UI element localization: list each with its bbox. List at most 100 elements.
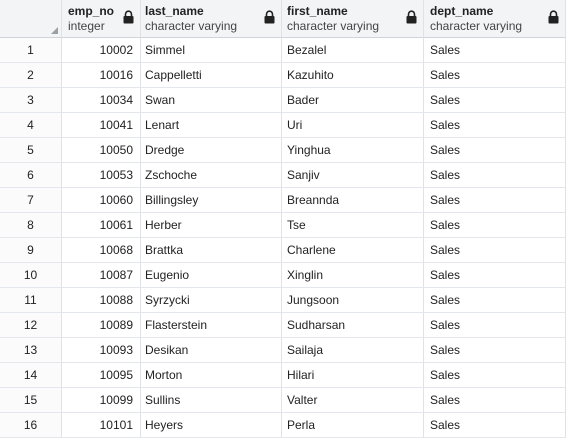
cell-first-name[interactable]: Kazuhito <box>282 63 424 88</box>
cell-dept-name[interactable]: Sales <box>424 38 566 63</box>
table-row[interactable]: 12 10089 Flasterstein Sudharsan Sales <box>0 313 566 338</box>
cell-last-name[interactable]: Billingsley <box>141 188 282 213</box>
cell-last-name[interactable]: Cappelletti <box>141 63 282 88</box>
row-number[interactable]: 15 <box>0 388 62 413</box>
cell-first-name[interactable]: Xinglin <box>282 263 424 288</box>
cell-emp-no[interactable]: 10101 <box>62 413 141 438</box>
cell-dept-name[interactable]: Sales <box>424 288 566 313</box>
cell-dept-name[interactable]: Sales <box>424 163 566 188</box>
cell-dept-name[interactable]: Sales <box>424 363 566 388</box>
cell-emp-no[interactable]: 10093 <box>62 338 141 363</box>
cell-first-name[interactable]: Hilari <box>282 363 424 388</box>
cell-first-name[interactable]: Sudharsan <box>282 313 424 338</box>
row-number[interactable]: 2 <box>0 63 62 88</box>
row-number[interactable]: 1 <box>0 38 62 63</box>
cell-dept-name[interactable]: Sales <box>424 63 566 88</box>
table-row[interactable]: 1 10002 Simmel Bezalel Sales <box>0 38 566 63</box>
cell-dept-name[interactable]: Sales <box>424 238 566 263</box>
cell-emp-no[interactable]: 10050 <box>62 138 141 163</box>
cell-emp-no[interactable]: 10053 <box>62 163 141 188</box>
table-row[interactable]: 9 10068 Brattka Charlene Sales <box>0 238 566 263</box>
cell-last-name[interactable]: Simmel <box>141 38 282 63</box>
row-number[interactable]: 9 <box>0 238 62 263</box>
cell-last-name[interactable]: Swan <box>141 88 282 113</box>
row-number[interactable]: 13 <box>0 338 62 363</box>
cell-first-name[interactable]: Valter <box>282 388 424 413</box>
cell-first-name[interactable]: Charlene <box>282 238 424 263</box>
table-row[interactable]: 6 10053 Zschoche Sanjiv Sales <box>0 163 566 188</box>
cell-dept-name[interactable]: Sales <box>424 313 566 338</box>
cell-first-name[interactable]: Sanjiv <box>282 163 424 188</box>
table-row[interactable]: 5 10050 Dredge Yinghua Sales <box>0 138 566 163</box>
cell-emp-no[interactable]: 10088 <box>62 288 141 313</box>
cell-dept-name[interactable]: Sales <box>424 113 566 138</box>
cell-last-name[interactable]: Zschoche <box>141 163 282 188</box>
table-row[interactable]: 4 10041 Lenart Uri Sales <box>0 113 566 138</box>
cell-last-name[interactable]: Desikan <box>141 338 282 363</box>
row-number[interactable]: 3 <box>0 88 62 113</box>
cell-emp-no[interactable]: 10061 <box>62 213 141 238</box>
cell-emp-no[interactable]: 10068 <box>62 238 141 263</box>
table-row[interactable]: 8 10061 Herber Tse Sales <box>0 213 566 238</box>
cell-emp-no[interactable]: 10002 <box>62 38 141 63</box>
cell-dept-name[interactable]: Sales <box>424 88 566 113</box>
cell-last-name[interactable]: Syrzycki <box>141 288 282 313</box>
cell-emp-no[interactable]: 10034 <box>62 88 141 113</box>
column-header-dept-name[interactable]: dept_name character varying <box>424 0 566 38</box>
cell-last-name[interactable]: Lenart <box>141 113 282 138</box>
row-number[interactable]: 6 <box>0 163 62 188</box>
table-row[interactable]: 3 10034 Swan Bader Sales <box>0 88 566 113</box>
cell-first-name[interactable]: Tse <box>282 213 424 238</box>
cell-dept-name[interactable]: Sales <box>424 213 566 238</box>
select-all-cell[interactable] <box>0 0 62 38</box>
cell-first-name[interactable]: Uri <box>282 113 424 138</box>
cell-dept-name[interactable]: Sales <box>424 263 566 288</box>
table-row[interactable]: 10 10087 Eugenio Xinglin Sales <box>0 263 566 288</box>
cell-first-name[interactable]: Bader <box>282 88 424 113</box>
table-row[interactable]: 14 10095 Morton Hilari Sales <box>0 363 566 388</box>
cell-first-name[interactable]: Bezalel <box>282 38 424 63</box>
row-number[interactable]: 5 <box>0 138 62 163</box>
column-header-last-name[interactable]: last_name character varying <box>141 0 282 38</box>
row-number[interactable]: 8 <box>0 213 62 238</box>
cell-last-name[interactable]: Flasterstein <box>141 313 282 338</box>
cell-emp-no[interactable]: 10016 <box>62 63 141 88</box>
cell-emp-no[interactable]: 10060 <box>62 188 141 213</box>
row-number[interactable]: 7 <box>0 188 62 213</box>
cell-emp-no[interactable]: 10095 <box>62 363 141 388</box>
table-row[interactable]: 11 10088 Syrzycki Jungsoon Sales <box>0 288 566 313</box>
row-number[interactable]: 4 <box>0 113 62 138</box>
cell-last-name[interactable]: Dredge <box>141 138 282 163</box>
column-header-first-name[interactable]: first_name character varying <box>282 0 424 38</box>
row-number[interactable]: 11 <box>0 288 62 313</box>
cell-last-name[interactable]: Herber <box>141 213 282 238</box>
table-row[interactable]: 2 10016 Cappelletti Kazuhito Sales <box>0 63 566 88</box>
cell-first-name[interactable]: Perla <box>282 413 424 438</box>
cell-dept-name[interactable]: Sales <box>424 188 566 213</box>
cell-dept-name[interactable]: Sales <box>424 413 566 438</box>
table-row[interactable]: 15 10099 Sullins Valter Sales <box>0 388 566 413</box>
column-header-emp-no[interactable]: emp_no integer <box>62 0 141 38</box>
row-number[interactable]: 10 <box>0 263 62 288</box>
row-number[interactable]: 14 <box>0 363 62 388</box>
cell-emp-no[interactable]: 10041 <box>62 113 141 138</box>
cell-dept-name[interactable]: Sales <box>424 338 566 363</box>
cell-emp-no[interactable]: 10087 <box>62 263 141 288</box>
select-all-corner-icon[interactable] <box>51 27 58 34</box>
cell-last-name[interactable]: Heyers <box>141 413 282 438</box>
cell-dept-name[interactable]: Sales <box>424 138 566 163</box>
table-row[interactable]: 7 10060 Billingsley Breannda Sales <box>0 188 566 213</box>
row-number[interactable]: 12 <box>0 313 62 338</box>
cell-dept-name[interactable]: Sales <box>424 388 566 413</box>
row-number[interactable]: 16 <box>0 413 62 438</box>
cell-first-name[interactable]: Jungsoon <box>282 288 424 313</box>
cell-first-name[interactable]: Breannda <box>282 188 424 213</box>
table-row[interactable]: 13 10093 Desikan Sailaja Sales <box>0 338 566 363</box>
cell-first-name[interactable]: Yinghua <box>282 138 424 163</box>
cell-first-name[interactable]: Sailaja <box>282 338 424 363</box>
cell-last-name[interactable]: Brattka <box>141 238 282 263</box>
cell-emp-no[interactable]: 10089 <box>62 313 141 338</box>
cell-last-name[interactable]: Sullins <box>141 388 282 413</box>
cell-last-name[interactable]: Eugenio <box>141 263 282 288</box>
cell-last-name[interactable]: Morton <box>141 363 282 388</box>
